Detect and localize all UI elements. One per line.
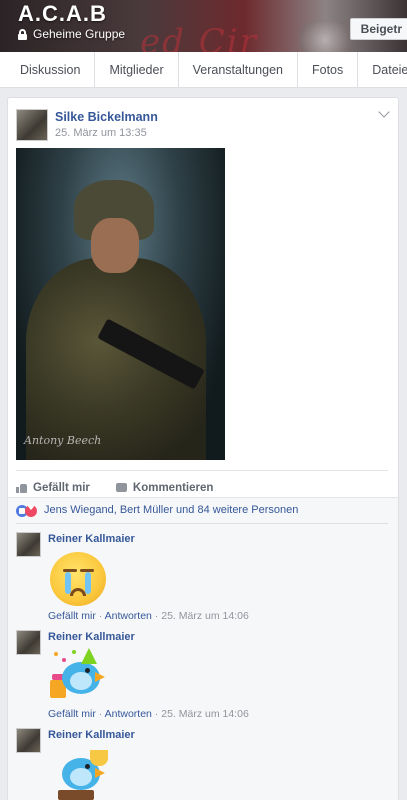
comment-reply-link[interactable]: Antworten [105,708,152,720]
comments-divider [16,523,388,524]
confetti-dot [72,650,76,654]
post-author[interactable]: Silke Bickelmann [55,110,158,124]
photo-signature: Antony Beech [24,434,102,447]
post-actions: Gefällt mir Kommentieren [16,470,388,496]
photo-figure-face [91,218,139,273]
comment-author[interactable]: Reiner Kallmaier [48,533,135,545]
bird-eye [85,668,90,673]
trophy-bird-icon [48,744,112,800]
comment-author[interactable]: Reiner Kallmaier [48,729,135,741]
group-privacy-label: Geheime Gruppe [33,27,126,41]
chevron-down-icon[interactable] [378,106,390,118]
comment-meta: Gefällt mir · Antworten · 25. März um 14… [48,610,249,622]
lock-icon [18,28,27,40]
post-photo[interactable]: Antony Beech [16,148,225,460]
bird-belly [70,672,92,690]
commenter-avatar[interactable] [16,532,41,557]
cover-decoration: ed Cir [140,22,258,52]
confetti-dot [54,652,58,656]
bird-beak [95,768,105,778]
sticker-eye [63,569,77,572]
post-card: Silke Bickelmann 25. März um 13:35 Anton… [7,97,399,800]
tab-diskussion[interactable]: Diskussion [0,51,96,88]
love-reaction-icon [25,503,37,517]
group-cover: ed Cir A.C.A.B Geheime Gruppe Beigetr [0,0,407,52]
comment-reply-link[interactable]: Antworten [105,610,152,622]
commenter-avatar[interactable] [16,630,41,655]
tab-veranstaltungen[interactable]: Veranstaltungen [179,51,298,88]
sticker-mouth [70,588,86,596]
tab-fotos[interactable]: Fotos [298,51,359,88]
sad-crying-face-icon [50,552,106,606]
like-button[interactable]: Gefällt mir [16,482,90,494]
sticker-tear [65,572,71,594]
birthday-bird-icon [48,648,112,704]
sticker-tear [85,572,91,594]
comment-like-link[interactable]: Gefällt mir [48,708,96,720]
comment-label: Kommentieren [132,481,214,494]
comment-time[interactable]: 25. März um 14:06 [161,610,249,622]
confetti-dot [62,658,66,662]
joined-button[interactable]: Beigetr [349,18,407,40]
bird-belly [70,768,92,786]
comment-author[interactable]: Reiner Kallmaier [48,631,135,643]
trophy-shape [90,750,108,766]
tab-dateien[interactable]: Dateien [358,52,407,88]
party-hat-shape [81,648,97,664]
group-title[interactable]: A.C.A.B [18,1,107,27]
comment-time[interactable]: 25. März um 14:06 [161,708,249,720]
bird-beak [95,672,105,682]
like-label: Gefällt mir [33,481,90,494]
bird-eye [85,764,90,769]
commenter-avatar[interactable] [16,728,41,753]
tab-mitglieder[interactable]: Mitglieder [95,51,179,88]
comment-icon [115,483,127,492]
group-privacy: Geheime Gruppe [18,27,125,41]
post-timestamp[interactable]: 25. März um 13:35 [55,127,147,139]
thumbs-up-icon [16,483,27,493]
trophy-base [58,790,94,800]
comment-button[interactable]: Kommentieren [115,481,214,494]
author-avatar[interactable] [16,109,48,141]
comment-meta: Gefällt mir · Antworten · 25. März um 14… [48,708,249,720]
comment-like-link[interactable]: Gefällt mir [48,610,96,622]
reactions-summary: Jens Wiegand, Bert Müller und 84 weitere… [8,497,398,523]
comments-section: Reiner Kallmaier Gefällt mir · Antworten… [8,523,398,800]
group-tabs: Diskussion Mitglieder Veranstaltungen Fo… [0,51,407,88]
reactors-link[interactable]: Jens Wiegand, Bert Müller und 84 weitere… [44,504,298,516]
